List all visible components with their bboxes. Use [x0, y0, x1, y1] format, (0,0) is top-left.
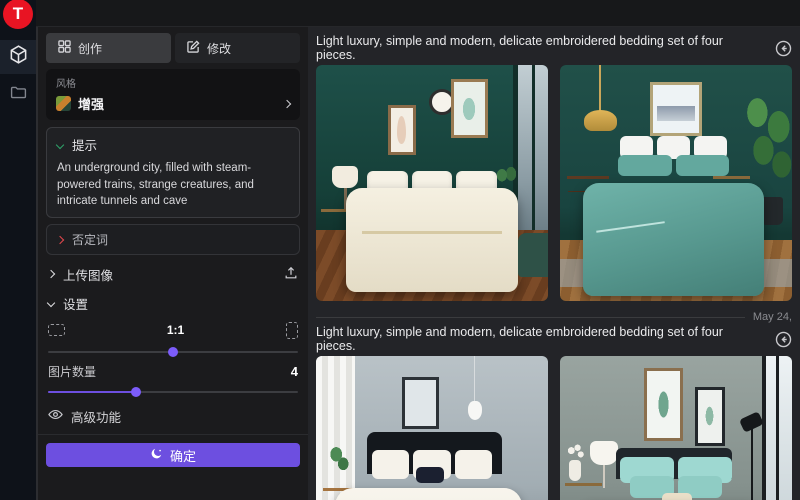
tab-create[interactable]: 创作 — [46, 33, 171, 63]
edit-icon — [187, 40, 200, 56]
gallery-row-1 — [316, 65, 792, 301]
advanced-features-label: 高级功能 — [71, 407, 121, 426]
prompt-section-header[interactable]: 提示 — [57, 135, 289, 154]
chevron-right-icon — [283, 99, 291, 107]
confirm-button[interactable]: 确定 — [46, 443, 300, 467]
image-count-value: 4 — [291, 364, 298, 379]
upload-icon — [284, 266, 298, 283]
negative-prompt-label: 否定词 — [72, 231, 108, 248]
chevron-down-icon — [56, 140, 64, 148]
slider-thumb[interactable] — [168, 347, 178, 357]
bedroom-scene-cream — [316, 65, 548, 301]
cube-icon — [9, 45, 28, 69]
chevron-down-icon — [47, 299, 55, 307]
app-logo[interactable]: T — [3, 0, 33, 29]
negative-prompt-section[interactable]: 否定词 — [46, 224, 300, 255]
tab-modify-label: 修改 — [207, 40, 231, 57]
grid-icon — [58, 40, 71, 56]
gallery-row-2 — [316, 356, 792, 500]
slider-fill — [48, 391, 136, 393]
settings-label: 设置 — [63, 294, 298, 313]
style-thumbnail — [56, 96, 71, 111]
chevron-right-icon — [56, 235, 64, 243]
bedroom-scene-aqua — [560, 356, 792, 500]
bedroom-scene-white — [316, 356, 548, 500]
reuse-prompt-button[interactable] — [775, 40, 792, 57]
prompt-input[interactable]: An underground city, filled with steam-p… — [57, 160, 289, 210]
upload-image-section[interactable]: 上传图像 — [46, 262, 300, 286]
prompt-caption: Light luxury, simple and modern, delicat… — [316, 34, 761, 62]
aspect-ratio-slider[interactable] — [48, 347, 298, 357]
upload-image-label: 上传图像 — [63, 265, 275, 284]
gallery-group-2-header: Light luxury, simple and modern, delicat… — [316, 330, 792, 348]
gallery-group-1-header: Light luxury, simple and modern, delicat… — [316, 39, 792, 57]
style-value: 增强 — [78, 94, 277, 113]
bedroom-scene-teal — [560, 65, 792, 301]
reuse-prompt-button[interactable] — [775, 331, 792, 348]
style-selector[interactable]: 增强 — [56, 94, 290, 113]
tab-modify[interactable]: 修改 — [175, 33, 300, 63]
aspect-ratio-value: 1:1 — [65, 323, 286, 337]
date-label: May 24, — [753, 311, 792, 323]
aspect-ratio-control: 1:1 — [46, 321, 300, 339]
style-label: 风格 — [56, 75, 290, 90]
gallery: Light luxury, simple and modern, delicat… — [308, 27, 800, 500]
crescent-moon-icon — [150, 447, 163, 463]
image-count-slider[interactable] — [48, 387, 298, 397]
chevron-right-icon — [47, 270, 55, 278]
sidebar: T — [0, 0, 36, 500]
prompt-caption: Light luxury, simple and modern, delicat… — [316, 325, 761, 353]
image-count-control: 图片数量 4 — [46, 363, 300, 379]
prompt-section: 提示 An underground city, filled with stea… — [46, 127, 300, 218]
generation-panel: 创作 修改 风格 增强 提示 An underground city, fill… — [36, 27, 308, 500]
divider-line — [316, 317, 745, 318]
style-section: 风格 增强 — [46, 69, 300, 120]
folder-icon — [10, 84, 27, 106]
top-bar — [36, 0, 800, 27]
image-count-label: 图片数量 — [48, 363, 96, 380]
portrait-ratio-icon[interactable] — [286, 322, 298, 339]
generated-image-2[interactable] — [560, 65, 792, 301]
generated-image-4[interactable] — [560, 356, 792, 500]
prompt-label: 提示 — [72, 135, 97, 154]
date-divider: May 24, — [316, 310, 792, 324]
panel-divider — [38, 434, 308, 435]
confirm-button-label: 确定 — [170, 446, 196, 465]
generated-image-3[interactable] — [316, 356, 548, 500]
landscape-ratio-icon[interactable] — [48, 324, 65, 336]
generated-image-1[interactable] — [316, 65, 548, 301]
slider-thumb[interactable] — [131, 387, 141, 397]
sidebar-item-models[interactable] — [0, 40, 36, 74]
mode-tabs: 创作 修改 — [46, 33, 300, 63]
advanced-features-toggle[interactable]: 高级功能 — [46, 407, 300, 425]
settings-section-header[interactable]: 设置 — [46, 291, 300, 315]
sidebar-item-files[interactable] — [0, 78, 36, 112]
eye-icon — [48, 407, 63, 425]
tab-create-label: 创作 — [78, 40, 102, 57]
